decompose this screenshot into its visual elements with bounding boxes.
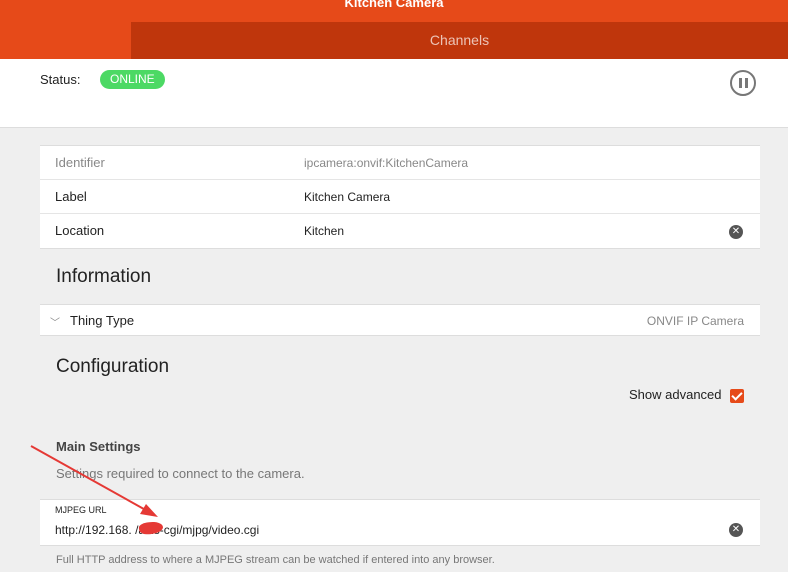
mjpeg-url-label: MJPEG URL [55, 505, 107, 515]
group-title: Main Settings [56, 439, 141, 454]
properties-list: Identifier ipcamera:onvif:KitchenCamera … [40, 145, 760, 249]
status-badge: ONLINE [100, 70, 165, 89]
group-description: Settings required to connect to the came… [56, 466, 305, 481]
tab-bar: Channels [131, 22, 788, 59]
property-row-location[interactable]: Location Kitchen ✕ [40, 214, 760, 248]
status-label: Status: [40, 72, 81, 87]
label-value[interactable]: Kitchen Camera [304, 190, 390, 204]
identifier-label: Identifier [55, 155, 105, 170]
property-row-identifier: Identifier ipcamera:onvif:KitchenCamera [40, 146, 760, 180]
thing-type-value: ONVIF IP Camera [646, 314, 744, 328]
status-panel: Status: ONLINE [0, 59, 788, 128]
information-heading: Information [56, 266, 152, 287]
header-bar: Kitchen Camera Channels [0, 0, 788, 59]
show-advanced-label[interactable]: Show advanced [629, 387, 722, 402]
clear-mjpeg-icon[interactable]: ✕ [729, 523, 743, 537]
property-row-label[interactable]: Label Kitchen Camera [40, 180, 760, 214]
pause-icon[interactable] [730, 70, 756, 96]
chevron-down-icon[interactable]: ﹀ [50, 314, 60, 329]
thing-type-row[interactable]: ﹀ Thing Type ONVIF IP Camera [40, 304, 760, 336]
label-label: Label [55, 189, 87, 204]
clear-location-icon[interactable]: ✕ [729, 225, 743, 239]
location-value[interactable]: Kitchen [304, 224, 344, 238]
identifier-value: ipcamera:onvif:KitchenCamera [304, 156, 469, 170]
tab-channels[interactable]: Channels [131, 22, 788, 59]
mjpeg-url-hint: Full HTTP address to where a MJPEG strea… [56, 554, 495, 566]
configuration-heading: Configuration [56, 356, 170, 377]
location-label: Location [55, 223, 105, 238]
thing-type-label: Thing Type [70, 313, 135, 328]
show-advanced-checkbox[interactable] [730, 389, 744, 403]
page-title: Kitchen Camera [344, 0, 444, 10]
